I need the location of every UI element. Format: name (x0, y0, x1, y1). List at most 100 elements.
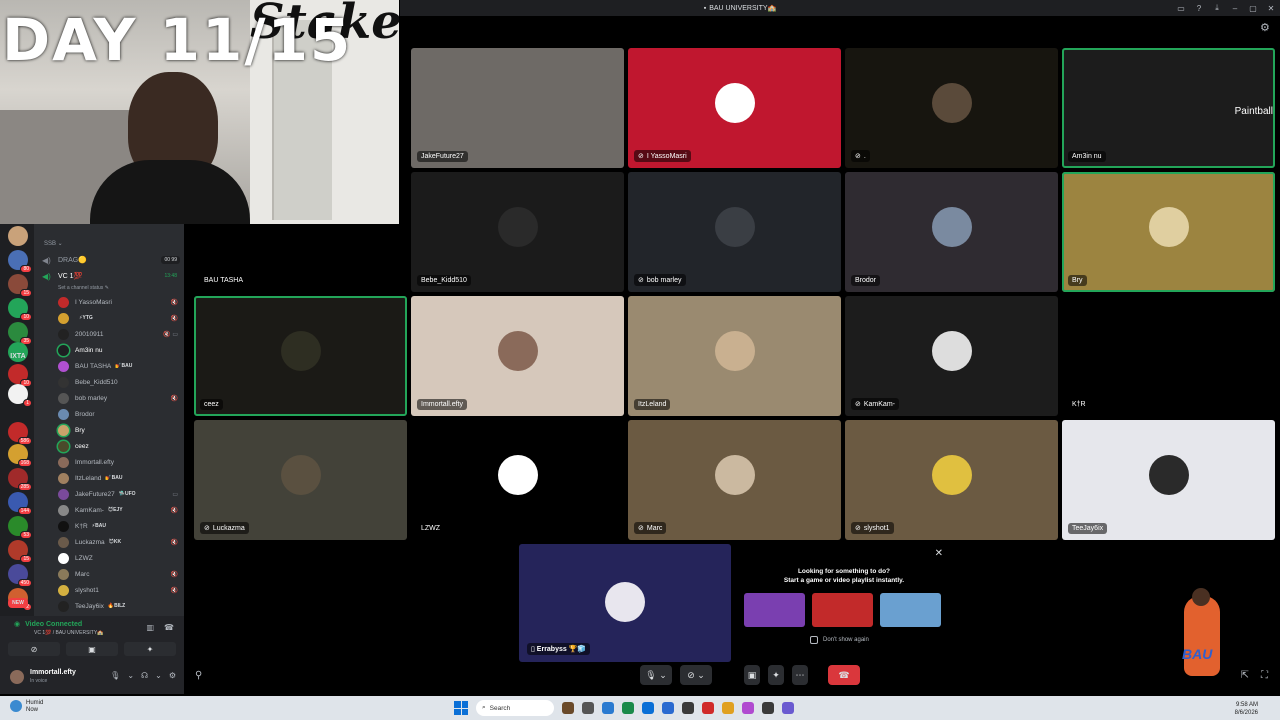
stream-tile[interactable]: ▯ Errabyss 🏆🧊 (519, 544, 731, 662)
gear-icon[interactable]: ⚙ (169, 671, 176, 680)
server-icon[interactable]: 35 (8, 322, 32, 345)
taskbar-app-icon[interactable] (642, 702, 654, 714)
voice-member[interactable]: BAU TASHA 💅BAU (58, 358, 184, 374)
server-icon[interactable]: 586 (8, 422, 32, 445)
activity-game-thumbnail[interactable] (812, 593, 873, 627)
voice-channel-vc1[interactable]: ◀) VC 1💯 13:48 (42, 269, 184, 283)
taskbar-app-icon[interactable] (602, 702, 614, 714)
video-tile[interactable]: Bebe_Kidd510 (411, 172, 624, 292)
video-tile[interactable]: Immortall.efty (411, 296, 624, 416)
taskbar-app-icon[interactable] (702, 702, 714, 714)
server-icon[interactable]: 15 (8, 540, 32, 563)
help-icon[interactable]: ? (1194, 4, 1204, 13)
voice-member[interactable]: Marc 🔇 (58, 566, 184, 582)
taskbar-app-icon[interactable] (582, 702, 594, 714)
voice-channel-drag[interactable]: ◀) DRAG🟡 00 99 (42, 253, 184, 267)
video-tile[interactable]: Bry (1062, 172, 1275, 292)
taskbar-app-icon[interactable] (742, 702, 754, 714)
taskbar-app-icon[interactable] (762, 702, 774, 714)
video-tile[interactable]: ⊘ Marc (628, 420, 841, 540)
video-tile[interactable]: Brodor (845, 172, 1058, 292)
video-tile[interactable]: ⊘ bob marley (628, 172, 841, 292)
disconnect-button[interactable]: ☎ (828, 665, 860, 685)
voice-member[interactable]: bob marley 🔇 (58, 390, 184, 406)
noise-suppression-icon[interactable]: ▥ (146, 623, 154, 632)
video-tile[interactable]: JakeFuture27 (411, 48, 624, 168)
voice-member[interactable]: ceez (58, 438, 184, 454)
video-off-button[interactable]: ⊘ (8, 642, 60, 656)
minimize-button[interactable]: – (1230, 4, 1240, 13)
video-tile[interactable]: ceez (194, 296, 407, 416)
voice-member[interactable]: I YassoMasri 🔇 (58, 294, 184, 310)
server-icon[interactable]: 168 (8, 444, 32, 467)
video-tile[interactable]: ⊘ I YassoMasri (628, 48, 841, 168)
voice-member[interactable]: JakeFuture27 🛸UFO ▭ (58, 486, 184, 502)
video-tile[interactable]: ItzLeland (628, 296, 841, 416)
screen-share-button[interactable]: ▣ (744, 665, 760, 685)
server-icon[interactable]: 10 (8, 298, 32, 321)
inbox-icon[interactable]: ▭ (1176, 4, 1186, 13)
taskbar-search[interactable]: ⌕ Search (476, 700, 554, 716)
disconnect-icon[interactable]: ☎ (164, 623, 174, 632)
chevron-down-icon[interactable]: ⌄ (127, 671, 134, 680)
avatar[interactable] (10, 670, 24, 684)
voice-member[interactable]: Luckazma 😈KK 🔇 (58, 534, 184, 550)
voice-member[interactable]: KamKam- 😈EJY 🔇 (58, 502, 184, 518)
voice-member[interactable]: LZWZ (58, 550, 184, 566)
camera-off-button[interactable]: ⊘ ⌄ (680, 665, 712, 685)
voice-member[interactable]: K†R ⚡BAU (58, 518, 184, 534)
activities-button[interactable]: ✦ (124, 642, 176, 656)
taskbar-app-icon[interactable] (622, 702, 634, 714)
weather-widget[interactable]: Humid Now (10, 700, 43, 714)
voice-member[interactable]: ItzLeland 💅BAU (58, 470, 184, 486)
voice-status[interactable]: ◉ Video Connected (14, 620, 82, 629)
video-tile[interactable]: Paintball Am3in nu (1062, 48, 1275, 168)
video-tile[interactable]: LZWZ (411, 420, 624, 540)
voice-member[interactable]: Brodor (58, 406, 184, 422)
video-tile[interactable]: ⊘ Luckazma (194, 420, 407, 540)
server-icon[interactable] (8, 226, 28, 246)
server-icon[interactable]: 1 (8, 384, 32, 407)
voice-member[interactable]: TeeJay6ix 🔥BILZ (58, 598, 184, 614)
people-icon[interactable]: ⚲ (195, 670, 202, 681)
voice-member[interactable]: Immortall.efty (58, 454, 184, 470)
dont-show-again-checkbox[interactable]: Don't show again (810, 636, 869, 644)
channel-status[interactable]: Set a channel status ✎ (58, 285, 109, 291)
taskbar-app-icon[interactable] (682, 702, 694, 714)
windows-start-icon[interactable] (454, 701, 468, 715)
maximize-button[interactable]: ▢ (1248, 4, 1258, 13)
server-icon[interactable]: 15 (8, 274, 32, 297)
video-tile[interactable]: TeeJay6ix (1062, 420, 1275, 540)
microphone-button[interactable]: 🎙 ⌄ (640, 665, 672, 685)
chevron-down-icon[interactable]: ⌄ (155, 671, 162, 680)
taskbar-app-icon[interactable] (722, 702, 734, 714)
server-icon[interactable]: 450 (8, 564, 32, 587)
video-tile[interactable]: ⊘ KamKam- (845, 296, 1058, 416)
taskbar-app-icon[interactable] (662, 702, 674, 714)
call-settings-icon[interactable]: ⚙ (1260, 22, 1272, 34)
voice-member[interactable]: 20010911 🔇 ▭ (58, 326, 184, 342)
taskbar-app-icon[interactable] (782, 702, 794, 714)
voice-member[interactable]: Bebe_Kidd510 (58, 374, 184, 390)
voice-member[interactable]: Bry (58, 422, 184, 438)
activity-game-thumbnail[interactable] (744, 593, 805, 627)
user-name[interactable]: Immortall.efty (30, 669, 76, 676)
screen-share-button[interactable]: ▣ (66, 642, 118, 656)
microphone-icon[interactable]: 🎙 (110, 671, 120, 680)
voice-member[interactable]: Am3in nu (58, 342, 184, 358)
popout-icon[interactable]: ⇱ (1241, 670, 1249, 681)
server-icon[interactable]: 80 (8, 250, 32, 273)
headphones-icon[interactable]: ☊ (141, 671, 148, 680)
server-icon[interactable]: 10 (8, 364, 32, 387)
download-icon[interactable]: ⤓ (1212, 3, 1222, 13)
voice-member[interactable]: slyshot1 🔇 (58, 582, 184, 598)
checkbox-icon[interactable] (810, 636, 818, 644)
close-icon[interactable]: ✕ (935, 548, 943, 559)
activity-game-thumbnail[interactable] (880, 593, 941, 627)
video-tile[interactable]: ⊘. (845, 48, 1058, 168)
voice-member[interactable]: ⚡YTG 🔇 (58, 310, 184, 326)
fullscreen-icon[interactable]: ⛶ (1261, 670, 1268, 681)
server-icon[interactable]: 144 (8, 492, 32, 515)
video-tile[interactable]: ⊘ slyshot1 (845, 420, 1058, 540)
more-options-button[interactable]: ⋯ (792, 665, 808, 685)
